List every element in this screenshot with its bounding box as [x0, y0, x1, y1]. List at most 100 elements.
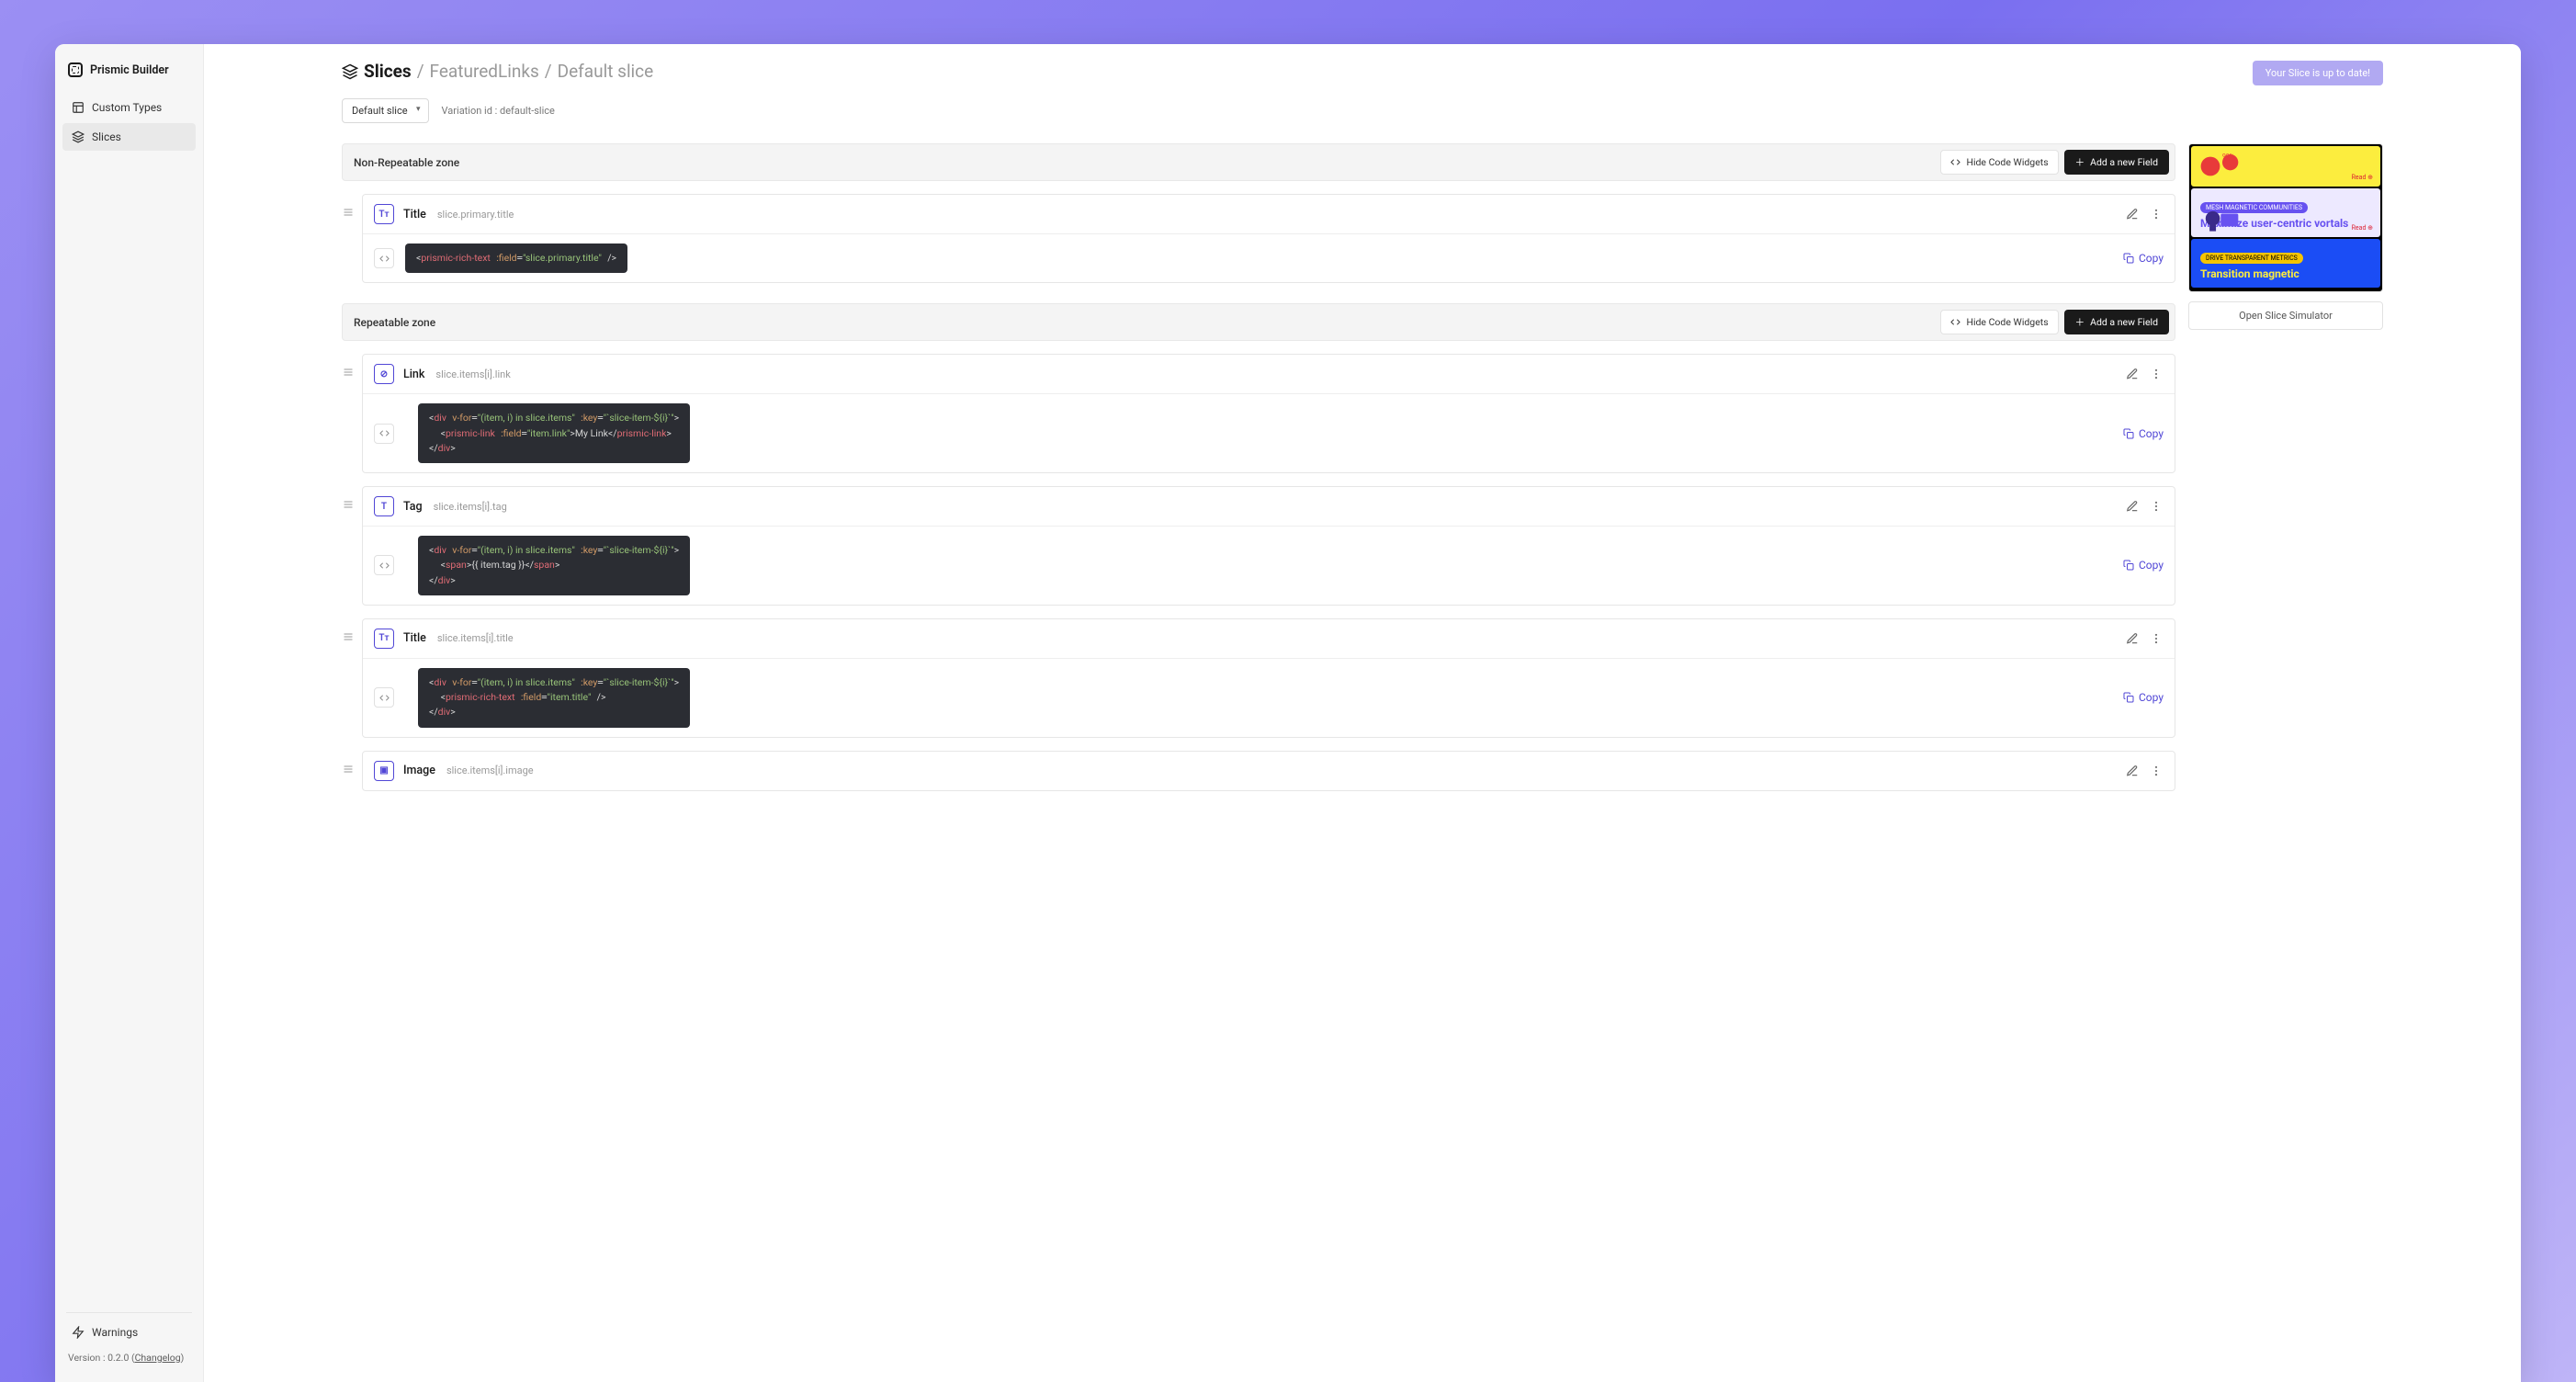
zone-title: Non-Repeatable zone: [354, 156, 459, 169]
breadcrumb: Slices / FeaturedLinks / Default slice: [342, 61, 653, 82]
edit-icon[interactable]: [2125, 499, 2140, 514]
add-field-button[interactable]: ＋ Add a new Field: [2064, 310, 2169, 334]
zone-header-repeat: Repeatable zone Hide Code Widgets ＋ Add …: [342, 303, 2175, 341]
code-toggle-icon[interactable]: [374, 248, 394, 268]
field-head: ▣ Image slice.items[i].image: [363, 752, 2175, 790]
field-api-id: slice.items[i].tag: [434, 501, 507, 513]
more-icon[interactable]: [2149, 764, 2164, 778]
prismic-logo-icon: [68, 62, 83, 77]
field-head: Tт Title slice.items[i].title: [363, 619, 2175, 658]
plus-icon: ＋: [2075, 155, 2085, 169]
code-snippet: <div v-for="(item, i) in slice.items" :k…: [418, 403, 690, 463]
non-repeat-fields: Tт Title slice.primary.title <prismic-ri…: [342, 194, 2175, 283]
edit-icon[interactable]: [2125, 764, 2140, 778]
field-name: Link: [403, 368, 424, 381]
more-icon[interactable]: [2149, 367, 2164, 381]
field-code-row: <div v-for="(item, i) in slice.items" :k…: [363, 393, 2175, 472]
field-api-id: slice.primary.title: [437, 209, 514, 221]
sidebar-item-label: Warnings: [92, 1326, 138, 1339]
preview-illustration: [2198, 200, 2246, 233]
field-name: Tag: [403, 500, 423, 514]
field-card: Tт Title slice.primary.title <prismic-ri…: [362, 194, 2175, 283]
field-row: ▣ Image slice.items[i].image: [342, 751, 2175, 791]
left-column: Non-Repeatable zone Hide Code Widgets ＋ …: [342, 143, 2175, 773]
variation-select[interactable]: Default slice: [342, 98, 429, 123]
version-info: Version : 0.2.0 (Changelog): [62, 1348, 196, 1367]
preview-card: DRIVE TRANSPARENT METRICS Transition mag…: [2191, 239, 2380, 288]
code-snippet: <div v-for="(item, i) in slice.items" :k…: [418, 536, 690, 595]
brand: Prismic Builder: [62, 59, 196, 94]
drag-handle-icon[interactable]: [342, 194, 355, 283]
preview-card: 99% Read ⊕: [2191, 146, 2380, 187]
svg-text:99%: 99%: [2222, 153, 2234, 160]
copy-button[interactable]: Copy: [2123, 252, 2164, 265]
breadcrumb-variation: Default slice: [558, 61, 654, 82]
sidebar-item-warnings[interactable]: Warnings: [62, 1319, 196, 1346]
drag-handle-icon[interactable]: [342, 354, 355, 473]
copy-button[interactable]: Copy: [2123, 691, 2164, 704]
status-badge: Your Slice is up to date!: [2253, 61, 2383, 85]
code-toggle-icon[interactable]: [374, 687, 394, 708]
breadcrumb-slice[interactable]: FeaturedLinks: [430, 61, 539, 82]
field-card: T Tag slice.items[i].tag <div v-for="(it…: [362, 486, 2175, 606]
hide-code-widgets-button[interactable]: Hide Code Widgets: [1940, 310, 2058, 334]
sidebar-item-custom-types[interactable]: Custom Types: [62, 94, 196, 121]
changelog-link[interactable]: Changelog: [135, 1352, 181, 1364]
variation-id-label: Variation id : default-slice: [442, 105, 555, 117]
edit-icon[interactable]: [2125, 367, 2140, 381]
add-field-button[interactable]: ＋ Add a new Field: [2064, 150, 2169, 175]
breadcrumb-root[interactable]: Slices: [364, 61, 412, 82]
right-column: 99% Read ⊕ MESH MAGNETIC COMMUNITIES Max…: [2188, 143, 2383, 330]
columns: Non-Repeatable zone Hide Code Widgets ＋ …: [342, 143, 2383, 773]
field-card: ⊘ Link slice.items[i].link <div v-for="(…: [362, 354, 2175, 473]
hide-code-widgets-button[interactable]: Hide Code Widgets: [1940, 150, 2058, 175]
zone-title: Repeatable zone: [354, 316, 435, 329]
code-toggle-icon[interactable]: [374, 555, 394, 575]
edit-icon[interactable]: [2125, 207, 2140, 221]
preview-read-link: Read ⊕: [2352, 224, 2373, 232]
field-type-icon: ⊘: [374, 364, 394, 384]
code-toggle-icon[interactable]: [374, 424, 394, 444]
open-simulator-button[interactable]: Open Slice Simulator: [2188, 301, 2383, 330]
app-window: Prismic Builder Custom Types Slices Warn…: [55, 44, 2521, 1382]
preview-card: MESH MAGNETIC COMMUNITIES Maximize user-…: [2191, 188, 2380, 237]
sidebar-item-label: Slices: [92, 130, 121, 143]
drag-handle-icon[interactable]: [342, 618, 355, 738]
field-type-icon: T: [374, 496, 394, 516]
field-type-icon: ▣: [374, 761, 394, 781]
layers-icon: [72, 130, 85, 143]
field-card: ▣ Image slice.items[i].image: [362, 751, 2175, 791]
field-card: Tт Title slice.items[i].title <div v-for…: [362, 618, 2175, 738]
layers-icon: [342, 63, 358, 80]
field-head: Tт Title slice.primary.title: [363, 195, 2175, 233]
repeat-fields: ⊘ Link slice.items[i].link <div v-for="(…: [342, 354, 2175, 790]
edit-icon[interactable]: [2125, 631, 2140, 646]
drag-handle-icon[interactable]: [342, 751, 355, 791]
field-row: ⊘ Link slice.items[i].link <div v-for="(…: [342, 354, 2175, 473]
sidebar-item-slices[interactable]: Slices: [62, 123, 196, 151]
field-name: Title: [403, 631, 426, 645]
code-snippet: <prismic-rich-text :field="slice.primary…: [405, 244, 627, 273]
field-api-id: slice.items[i].title: [437, 632, 514, 644]
copy-button[interactable]: Copy: [2123, 427, 2164, 440]
more-icon[interactable]: [2149, 631, 2164, 646]
field-name: Image: [403, 764, 435, 777]
more-icon[interactable]: [2149, 499, 2164, 514]
zone-header-non-repeat: Non-Repeatable zone Hide Code Widgets ＋ …: [342, 143, 2175, 181]
field-api-id: slice.items[i].link: [435, 368, 510, 380]
more-icon[interactable]: [2149, 207, 2164, 221]
slice-preview: 99% Read ⊕ MESH MAGNETIC COMMUNITIES Max…: [2188, 143, 2383, 292]
preview-tag: DRIVE TRANSPARENT METRICS: [2200, 253, 2303, 264]
sidebar: Prismic Builder Custom Types Slices Warn…: [55, 44, 204, 1382]
preview-read-link: Read ⊕: [2352, 174, 2373, 181]
code-icon: [1950, 157, 1960, 167]
drag-handle-icon[interactable]: [342, 486, 355, 606]
copy-button[interactable]: Copy: [2123, 559, 2164, 572]
field-row: Tт Title slice.primary.title <prismic-ri…: [342, 194, 2175, 283]
bolt-icon: [72, 1326, 85, 1339]
preview-illustration: 99%: [2198, 150, 2246, 183]
field-head: ⊘ Link slice.items[i].link: [363, 355, 2175, 393]
field-code-row: <div v-for="(item, i) in slice.items" :k…: [363, 526, 2175, 605]
main-content: Slices / FeaturedLinks / Default slice Y…: [204, 44, 2521, 1382]
field-name: Title: [403, 208, 426, 221]
